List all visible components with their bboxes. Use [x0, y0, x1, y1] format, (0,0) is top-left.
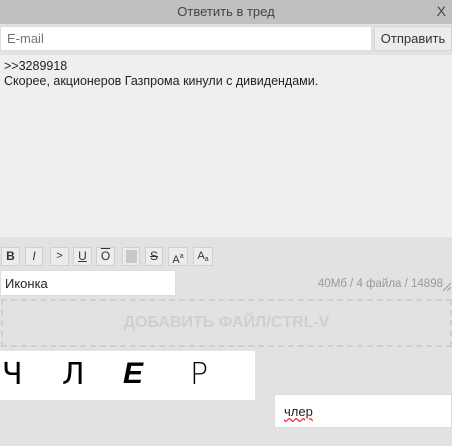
spoiler-icon — [126, 250, 137, 263]
sup-base: A — [172, 254, 180, 266]
sup-small: a — [179, 253, 184, 260]
spoiler-button[interactable] — [122, 247, 140, 266]
reply-window-titlebar[interactable]: Ответить в тред X — [0, 0, 452, 24]
captcha-image: Ч Л Е Р — [0, 351, 255, 400]
italic-button[interactable]: I — [25, 247, 43, 266]
message-text: >>3289918 Скорее, акционеров Газпрома ки… — [4, 59, 319, 88]
email-field[interactable] — [0, 26, 372, 51]
upload-counter: 40Мб / 4 файла / 14898 — [317, 278, 443, 290]
send-button[interactable]: Отправить — [374, 26, 452, 51]
captcha-char: Л — [62, 357, 85, 392]
sub-small: a — [204, 256, 209, 263]
file-dropzone[interactable]: ДОБАВИТЬ ФАЙЛ/CTRL-V — [1, 299, 452, 347]
overline-button[interactable]: O — [96, 247, 115, 266]
message-textarea[interactable]: >>3289918 Скорее, акционеров Газпрома ки… — [0, 55, 452, 291]
captcha-answer-text: члер — [284, 404, 313, 419]
icon-select[interactable]: Иконка — [0, 270, 176, 296]
close-button[interactable]: X — [437, 3, 446, 19]
subscript-button[interactable]: Aa — [193, 247, 213, 266]
sub-base: A — [197, 250, 205, 262]
quote-button[interactable]: > — [50, 247, 69, 266]
captcha-char: Е — [123, 357, 144, 390]
captcha-char: Р — [190, 357, 209, 392]
window-title: Ответить в тред — [177, 4, 275, 19]
strike-button[interactable]: S — [145, 247, 163, 266]
underline-button[interactable]: U — [73, 247, 92, 266]
captcha-answer-field[interactable]: члер — [274, 394, 452, 428]
captcha-char: Ч — [2, 357, 23, 392]
bold-button[interactable]: B — [1, 247, 20, 266]
resize-handle-icon[interactable] — [441, 281, 451, 291]
superscript-button[interactable]: Aa — [168, 247, 188, 266]
